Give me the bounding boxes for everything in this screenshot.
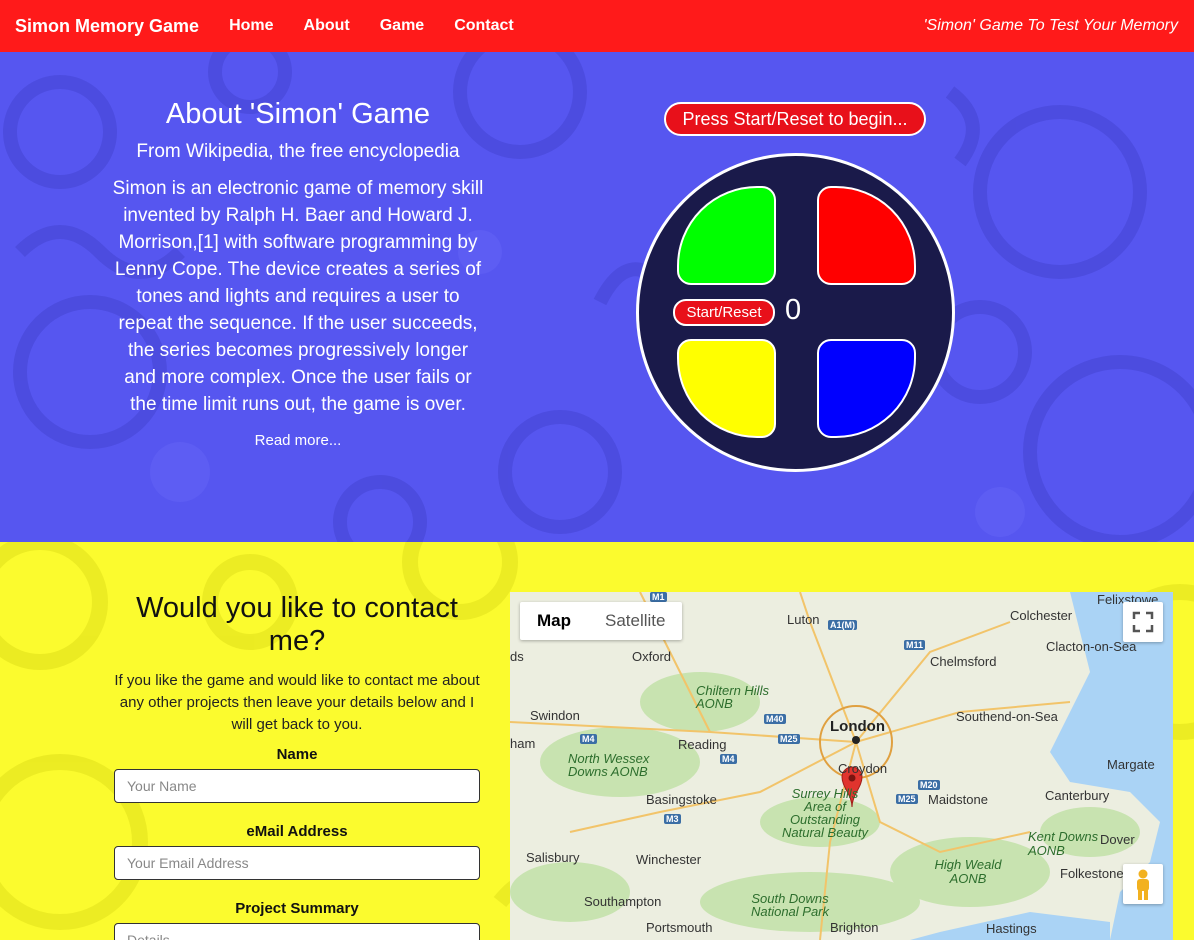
map-label: Winchester <box>636 852 702 867</box>
name-label: Name <box>276 746 318 763</box>
fullscreen-icon <box>1132 611 1154 633</box>
map-label: Chiltern Hills AONB <box>696 683 769 711</box>
map-label: Portsmouth <box>646 920 713 935</box>
about-body: Simon is an electronic game of memory sk… <box>112 178 484 415</box>
about-panel: About 'Simon' Game From Wikipedia, the f… <box>110 98 486 450</box>
road-sign: M25 <box>778 734 800 744</box>
green-pad[interactable] <box>677 186 776 285</box>
map-label: Southampton <box>584 894 662 909</box>
road-sign: M25 <box>896 794 918 804</box>
map-label: Croydon <box>838 761 888 776</box>
contact-intro: If you like the game and would like to c… <box>114 672 480 733</box>
navbar: Simon Memory Game Home About Game Contac… <box>0 0 1194 52</box>
map-type-satellite-button[interactable]: Satellite <box>588 602 682 640</box>
map-type-map-button[interactable]: Map <box>520 602 588 640</box>
nav-tagline: 'Simon' Game To Test Your Memory <box>923 17 1178 34</box>
map-label: Basingstoke <box>646 792 717 807</box>
road-sign: M3 <box>664 814 681 824</box>
fullscreen-button[interactable] <box>1123 602 1163 642</box>
email-label: eMail Address <box>246 823 348 840</box>
summary-input[interactable] <box>114 923 480 940</box>
nav-link-about[interactable]: About <box>304 17 350 35</box>
map-label: Canterbury <box>1045 788 1110 803</box>
map-label: Folkestone <box>1060 866 1124 881</box>
map-label: South Downs National Park <box>750 891 830 919</box>
yellow-pad[interactable] <box>677 339 776 438</box>
contact-form: Would you like to contact me? If you lik… <box>114 592 480 940</box>
road-sign: M4 <box>580 734 597 744</box>
nav-link-game[interactable]: Game <box>380 17 424 35</box>
blue-pad[interactable] <box>817 339 916 438</box>
contact-title: Would you like to contact me? <box>136 592 458 657</box>
road-sign: M11 <box>904 640 926 650</box>
map-label: North Wessex Downs AONB <box>568 751 650 779</box>
pegman-icon <box>1137 869 1149 900</box>
map-label: Margate <box>1107 757 1155 772</box>
road-sign: A1(M) <box>828 620 857 630</box>
game-status: Press Start/Reset to begin... <box>664 102 926 136</box>
map-label: Reading <box>678 737 727 752</box>
map-label: Colchester <box>1010 608 1073 623</box>
map-label: ds <box>510 649 524 664</box>
simon-board: Start/Reset 0 <box>636 153 955 472</box>
name-input[interactable] <box>114 769 480 803</box>
summary-label: Project Summary <box>235 900 359 917</box>
road-sign: M4 <box>720 754 737 764</box>
about-title: About 'Simon' Game <box>165 98 431 130</box>
red-pad[interactable] <box>817 186 916 285</box>
map-type-control: Map Satellite <box>520 602 683 640</box>
road-sign: M1 <box>650 592 667 602</box>
road-sign: M20 <box>918 780 940 790</box>
read-more-link[interactable]: Read more... <box>255 432 342 449</box>
hero-section: About 'Simon' Game From Wikipedia, the f… <box>0 52 1194 542</box>
google-map[interactable]: Luton Colchester Felixstowe ds Oxford Ch… <box>510 592 1173 940</box>
nav-link-contact[interactable]: Contact <box>454 17 514 35</box>
brand-link[interactable]: Simon Memory Game <box>15 16 199 37</box>
map-label: Kent Downs AONB <box>1028 829 1099 858</box>
map-label: High Weald AONB <box>934 857 1002 886</box>
email-input[interactable] <box>114 846 480 880</box>
map-label: Maidstone <box>928 792 988 807</box>
map-label: Surrey Hills Area of Outstanding Natural… <box>782 786 868 840</box>
contact-section: Would you like to contact me? If you lik… <box>0 542 1194 940</box>
start-reset-button[interactable]: Start/Reset <box>673 299 775 326</box>
about-subtitle: From Wikipedia, the free encyclopedia <box>136 141 460 162</box>
map-label: Oxford <box>632 649 672 664</box>
map-label: Brighton <box>830 920 879 935</box>
map-label: Southend-on-Sea <box>956 709 1058 724</box>
map-label: Dover <box>1100 832 1135 847</box>
map-label: ham <box>510 736 536 751</box>
street-view-pegman-button[interactable] <box>1123 864 1163 904</box>
map-label: Chelmsford <box>930 654 997 669</box>
road-sign: M40 <box>764 714 786 724</box>
map-label: Salisbury <box>526 850 580 865</box>
map-label: London <box>830 718 885 735</box>
nav-link-home[interactable]: Home <box>229 17 273 35</box>
map-label: Swindon <box>530 708 580 723</box>
map-label: Hastings <box>986 921 1037 936</box>
map-label: Luton <box>787 612 820 627</box>
score-counter: 0 <box>785 294 802 326</box>
